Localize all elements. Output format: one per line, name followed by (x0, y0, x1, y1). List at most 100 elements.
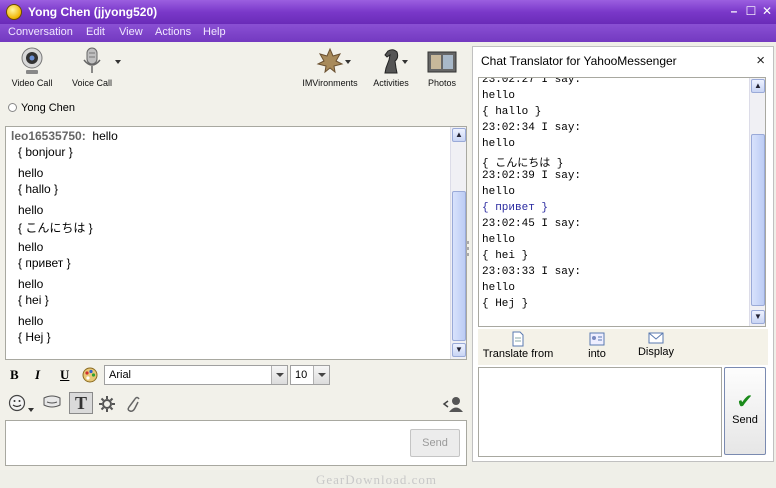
log-scrollbar[interactable]: ▲ ▼ (749, 78, 765, 326)
chat-line: { こんにちは } (18, 221, 93, 235)
translator-panel: Chat Translator for YahooMessenger × 23:… (472, 46, 774, 462)
status-radio-icon (8, 103, 17, 112)
message-text: hello (92, 129, 118, 143)
scroll-down-icon[interactable]: ▼ (751, 310, 765, 324)
webcam-icon (21, 47, 43, 74)
log-line: { привет } (482, 202, 549, 214)
font-size-value: 10 (295, 369, 308, 381)
envelope-icon (648, 332, 664, 344)
video-call-label: Video Call (11, 78, 53, 88)
microphone-icon (83, 47, 101, 73)
voice-call-button[interactable]: Voice Call (70, 46, 114, 88)
translator-send-label: Send (732, 414, 758, 426)
scroll-thumb[interactable] (452, 191, 466, 341)
italic-button[interactable]: I (35, 367, 40, 383)
toolbar: Video Call Voice Call IMVironments Activ… (0, 42, 470, 98)
translation-log[interactable]: 23:02:27 I say: hello { hallo } 23:02:34 I … (478, 77, 766, 327)
font-size-select[interactable]: 10 (290, 365, 330, 385)
chevron-down-icon[interactable] (271, 366, 287, 384)
menu-conversation[interactable]: Conversation (8, 26, 73, 38)
voice-call-label: Voice Call (71, 78, 113, 88)
checkmark-icon: ✔ (736, 391, 754, 413)
video-call-button[interactable]: Video Call (10, 46, 54, 88)
conversation-panel: Video Call Voice Call IMVironments Activ… (0, 42, 470, 470)
log-line: hello (482, 186, 516, 198)
scroll-up-icon[interactable]: ▲ (452, 128, 466, 142)
underline-button[interactable]: U (60, 367, 69, 383)
contact-status[interactable]: Yong Chen (8, 102, 75, 114)
sender-name: leo16535750: (11, 129, 86, 143)
chat-line: { привет } (18, 256, 71, 270)
chat-line: hello (18, 314, 44, 328)
log-line: hello (482, 138, 516, 150)
minimize-button[interactable]: – (728, 5, 740, 17)
watermark: GearDownload.com (316, 472, 438, 487)
menu-view[interactable]: View (119, 26, 143, 38)
photos-label: Photos (427, 78, 457, 88)
into-label: into (588, 348, 606, 360)
chat-line: { bonjour } (18, 145, 73, 159)
close-button[interactable]: ✕ (761, 5, 773, 17)
scroll-down-icon[interactable]: ▼ (452, 343, 466, 357)
chat-line: { hei } (18, 293, 49, 307)
text-format-icon[interactable]: T (69, 392, 93, 414)
photos-button[interactable]: Photos (422, 46, 462, 88)
chat-line: hello (18, 240, 44, 254)
scroll-thumb[interactable] (751, 134, 765, 306)
chat-scrollbar[interactable]: ▲ ▼ (450, 127, 466, 359)
activities-dropdown-icon[interactable] (402, 60, 408, 64)
panel-splitter[interactable] (465, 238, 471, 268)
imvironments-dropdown-icon[interactable] (345, 60, 351, 64)
window-title: Yong Chen (jjyong520) (28, 5, 158, 19)
log-line: 23:02:27 I say: (482, 77, 582, 86)
document-icon (512, 331, 524, 347)
color-palette-icon[interactable] (82, 367, 98, 383)
log-line: hello (482, 90, 516, 102)
chat-line: { hallo } (18, 182, 59, 196)
message-header: leo16535750: hello (11, 129, 118, 143)
yahoo-messenger-icon (6, 4, 22, 20)
log-line: 23:02:34 I say: (482, 122, 582, 134)
scroll-up-icon[interactable]: ▲ (751, 79, 765, 93)
translate-from-label: Translate from (482, 348, 554, 360)
display-button[interactable]: Display (634, 331, 678, 358)
log-line: 23:03:33 I say: (482, 266, 582, 278)
translator-input[interactable] (478, 367, 722, 457)
message-input[interactable]: Send (5, 420, 467, 466)
smiley-icon[interactable] (8, 394, 26, 412)
smiley-dropdown-icon[interactable] (28, 408, 34, 412)
translator-toolbar: Translate from into Display (478, 329, 768, 365)
photos-icon (427, 51, 457, 73)
imvironments-button[interactable]: IMVironments (300, 46, 360, 88)
paperclip-icon[interactable] (124, 395, 140, 413)
bold-button[interactable]: B (10, 367, 19, 383)
translator-send-button[interactable]: ✔ Send (724, 367, 766, 455)
into-button[interactable]: into (580, 331, 614, 360)
chevron-down-icon[interactable] (313, 366, 329, 384)
chat-history[interactable]: leo16535750: hello { bonjour } hello { h… (5, 126, 467, 360)
chat-line: hello (18, 166, 44, 180)
chat-line: { Hej } (18, 330, 51, 344)
activities-label: Activities (373, 78, 409, 88)
audible-icon[interactable] (42, 395, 62, 411)
translate-from-button[interactable]: Translate from (482, 331, 554, 360)
contact-name: Yong Chen (21, 102, 76, 114)
maximize-button[interactable]: ☐ (745, 5, 757, 17)
send-button[interactable]: Send (410, 429, 460, 457)
menu-actions[interactable]: Actions (155, 26, 191, 38)
log-line: { こんにちは } (482, 158, 564, 170)
log-line: 23:02:45 I say: (482, 218, 582, 230)
chat-line: hello (18, 203, 44, 217)
log-line: hello (482, 282, 516, 294)
contact-panel-icon[interactable] (442, 395, 464, 413)
menu-help[interactable]: Help (203, 26, 226, 38)
log-line: 23:02:39 I say: (482, 170, 582, 182)
gear-icon[interactable] (98, 395, 116, 413)
voice-call-dropdown-icon[interactable] (115, 60, 121, 64)
activities-button[interactable]: Activities (370, 46, 412, 88)
translator-close-button[interactable]: × (756, 52, 765, 69)
menu-edit[interactable]: Edit (86, 26, 105, 38)
language-card-icon (589, 332, 605, 346)
font-family-value: Arial (109, 369, 132, 381)
font-family-select[interactable]: Arial (104, 365, 288, 385)
